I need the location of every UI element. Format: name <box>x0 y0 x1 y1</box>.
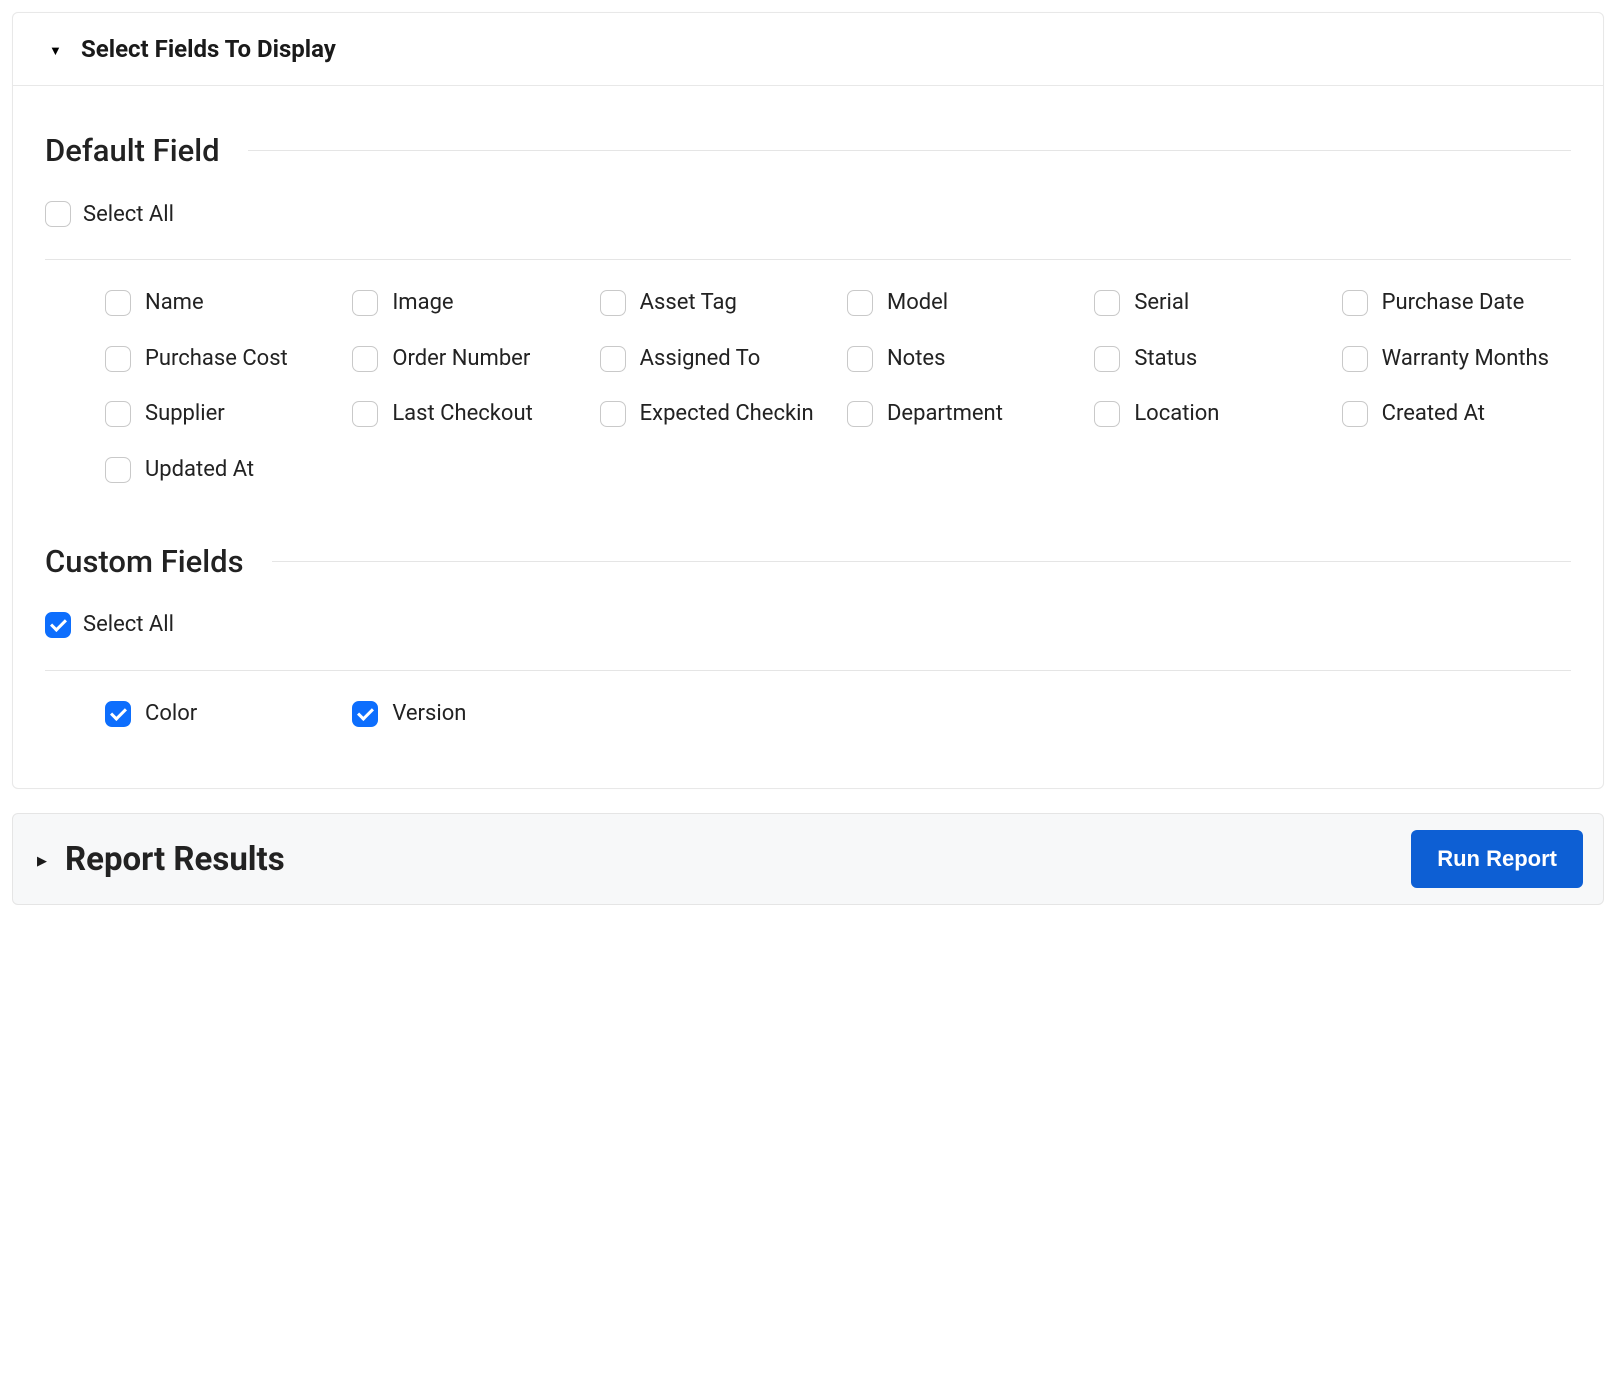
caret-right-icon <box>37 850 47 869</box>
field-item[interactable]: Serial <box>1094 288 1323 318</box>
field-item[interactable]: Department <box>847 399 1076 429</box>
custom-fields-divider <box>45 670 1571 671</box>
select-fields-panel-header[interactable]: Select Fields To Display <box>13 13 1603 85</box>
field-label: Expected Checkin <box>640 399 829 429</box>
field-checkbox[interactable] <box>105 701 131 727</box>
field-label: Created At <box>1382 399 1571 429</box>
field-checkbox[interactable] <box>352 701 378 727</box>
heading-divider-line <box>248 150 1571 151</box>
field-item[interactable]: Color <box>105 699 334 729</box>
field-item[interactable]: Expected Checkin <box>600 399 829 429</box>
field-checkbox[interactable] <box>352 290 378 316</box>
field-label: Assigned To <box>640 344 829 374</box>
field-item[interactable]: Model <box>847 288 1076 318</box>
field-label: Model <box>887 288 1076 318</box>
field-item[interactable]: Purchase Date <box>1342 288 1571 318</box>
field-item[interactable]: Notes <box>847 344 1076 374</box>
field-checkbox[interactable] <box>1094 401 1120 427</box>
default-fields-heading-row: Default Field <box>45 132 1571 169</box>
default-fields-divider <box>45 259 1571 260</box>
select-fields-panel-body: Default Field Select All Name Image Asset … <box>13 85 1603 788</box>
custom-select-all-checkbox[interactable] <box>45 612 71 638</box>
field-checkbox[interactable] <box>600 290 626 316</box>
field-label: Location <box>1134 399 1323 429</box>
field-label: Name <box>145 288 334 318</box>
heading-divider-line <box>272 561 1571 562</box>
field-item[interactable]: Status <box>1094 344 1323 374</box>
field-checkbox[interactable] <box>105 346 131 372</box>
field-checkbox[interactable] <box>105 457 131 483</box>
default-select-all-row[interactable]: Select All <box>45 201 1571 227</box>
field-checkbox[interactable] <box>847 290 873 316</box>
select-fields-title: Select Fields To Display <box>81 35 336 63</box>
custom-select-all-row[interactable]: Select All <box>45 612 1571 638</box>
default-fields-grid: Name Image Asset Tag Model Serial Purchase Da… <box>45 288 1571 485</box>
field-label: Status <box>1134 344 1323 374</box>
field-label: Purchase Date <box>1382 288 1571 318</box>
field-label: Department <box>887 399 1076 429</box>
field-label: Supplier <box>145 399 334 429</box>
default-select-all-label: Select All <box>83 202 174 227</box>
run-report-button[interactable]: Run Report <box>1411 830 1583 888</box>
field-item[interactable]: Purchase Cost <box>105 344 334 374</box>
field-item[interactable]: Last Checkout <box>352 399 581 429</box>
field-item[interactable]: Asset Tag <box>600 288 829 318</box>
field-label: Image <box>392 288 581 318</box>
field-checkbox[interactable] <box>600 346 626 372</box>
field-checkbox[interactable] <box>1094 290 1120 316</box>
report-results-header[interactable]: Report Results <box>37 840 285 879</box>
field-item[interactable]: Updated At <box>105 455 334 485</box>
field-checkbox[interactable] <box>352 401 378 427</box>
caret-down-icon <box>49 40 65 59</box>
report-results-title: Report Results <box>65 840 285 879</box>
field-label: Version <box>392 699 581 729</box>
field-item[interactable]: Order Number <box>352 344 581 374</box>
field-item[interactable]: Name <box>105 288 334 318</box>
field-item[interactable]: Version <box>352 699 581 729</box>
field-item[interactable]: Location <box>1094 399 1323 429</box>
field-checkbox[interactable] <box>847 401 873 427</box>
field-label: Updated At <box>145 455 334 485</box>
field-label: Asset Tag <box>640 288 829 318</box>
field-checkbox[interactable] <box>1094 346 1120 372</box>
field-checkbox[interactable] <box>1342 290 1368 316</box>
field-label: Order Number <box>392 344 581 374</box>
field-label: Color <box>145 699 334 729</box>
field-checkbox[interactable] <box>600 401 626 427</box>
custom-fields-heading-row: Custom Fields <box>45 543 1571 580</box>
field-item[interactable]: Supplier <box>105 399 334 429</box>
field-item[interactable]: Created At <box>1342 399 1571 429</box>
custom-fields-heading: Custom Fields <box>45 543 244 580</box>
field-checkbox[interactable] <box>352 346 378 372</box>
field-checkbox[interactable] <box>1342 346 1368 372</box>
field-checkbox[interactable] <box>1342 401 1368 427</box>
field-label: Warranty Months <box>1382 344 1571 374</box>
custom-select-all-label: Select All <box>83 612 174 637</box>
select-fields-panel: Select Fields To Display Default Field S… <box>12 12 1604 789</box>
field-checkbox[interactable] <box>105 401 131 427</box>
field-item[interactable]: Warranty Months <box>1342 344 1571 374</box>
default-select-all-checkbox[interactable] <box>45 201 71 227</box>
field-label: Last Checkout <box>392 399 581 429</box>
field-label: Serial <box>1134 288 1323 318</box>
field-label: Purchase Cost <box>145 344 334 374</box>
report-results-panel: Report Results Run Report <box>12 813 1604 905</box>
field-label: Notes <box>887 344 1076 374</box>
field-item[interactable]: Assigned To <box>600 344 829 374</box>
field-checkbox[interactable] <box>847 346 873 372</box>
default-fields-heading: Default Field <box>45 132 220 169</box>
custom-fields-grid: Color Version <box>45 699 1571 729</box>
field-item[interactable]: Image <box>352 288 581 318</box>
field-checkbox[interactable] <box>105 290 131 316</box>
